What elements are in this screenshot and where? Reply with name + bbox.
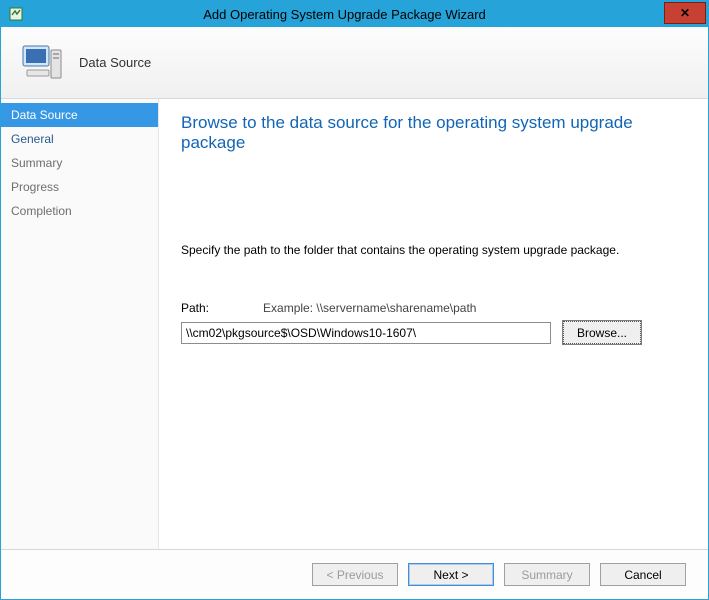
wizard-footer: < Previous Next > Summary Cancel: [1, 549, 708, 599]
close-button[interactable]: ✕: [664, 2, 706, 24]
next-button[interactable]: Next >: [408, 563, 494, 586]
window-title: Add Operating System Upgrade Package Wiz…: [25, 7, 664, 22]
title-bar: Add Operating System Upgrade Package Wiz…: [1, 1, 708, 27]
banner-step-title: Data Source: [79, 55, 151, 70]
browse-button[interactable]: Browse...: [563, 321, 641, 344]
cancel-button[interactable]: Cancel: [600, 563, 686, 586]
sidebar-item-summary: Summary: [1, 151, 158, 175]
app-icon: [7, 5, 25, 23]
path-label: Path:: [181, 301, 209, 315]
computer-icon: [19, 40, 65, 86]
sidebar-item-progress: Progress: [1, 175, 158, 199]
previous-button: < Previous: [312, 563, 398, 586]
wizard-window: Add Operating System Upgrade Package Wiz…: [0, 0, 709, 600]
sidebar-item-general[interactable]: General: [1, 127, 158, 151]
wizard-main: Browse to the data source for the operat…: [159, 99, 708, 549]
sidebar-item-data-source[interactable]: Data Source: [1, 103, 158, 127]
path-input[interactable]: [181, 322, 551, 344]
wizard-banner: Data Source: [1, 27, 708, 99]
path-label-row: Path: Example: \\servername\sharename\pa…: [181, 301, 686, 315]
instruction-text: Specify the path to the folder that cont…: [181, 243, 686, 257]
page-heading: Browse to the data source for the operat…: [181, 113, 686, 153]
wizard-body: Data Source General Summary Progress Com…: [1, 99, 708, 549]
path-example: Example: \\servername\sharename\path: [263, 301, 476, 315]
summary-button: Summary: [504, 563, 590, 586]
path-input-row: Browse...: [181, 321, 686, 344]
sidebar-item-completion: Completion: [1, 199, 158, 223]
close-icon: ✕: [680, 6, 690, 20]
wizard-sidebar: Data Source General Summary Progress Com…: [1, 99, 159, 549]
